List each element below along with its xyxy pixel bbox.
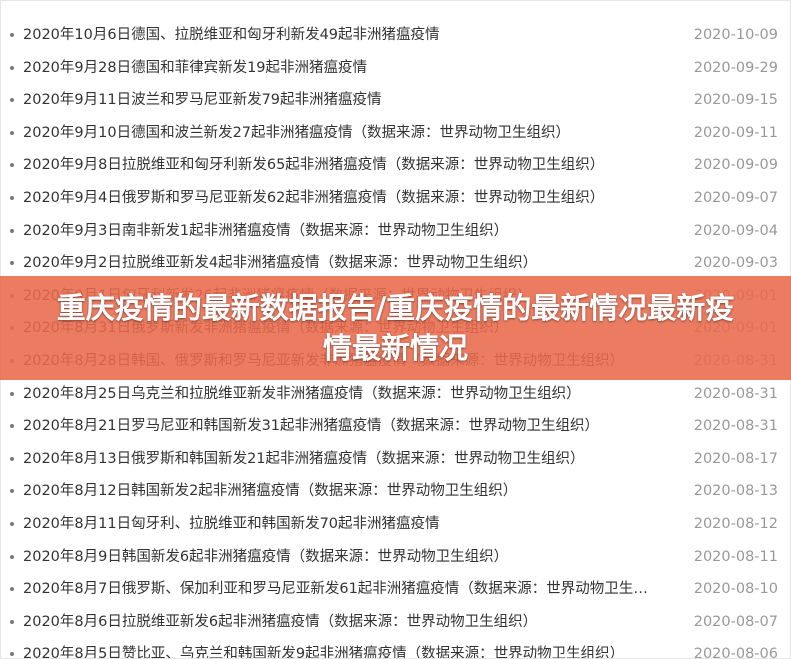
news-title-link[interactable]: 2020年9月11日波兰和罗马尼亚新发79起非洲猪瘟疫情 <box>23 84 653 117</box>
bullet-dot-icon <box>10 391 14 396</box>
news-title-link[interactable]: 2020年8月21日罗马尼亚和韩国新发31起非洲猪瘟疫情（数据来源：世界动物卫生… <box>23 410 653 443</box>
bullet-dot-icon <box>10 130 14 135</box>
news-title-link[interactable]: 2020年8月5日赞比亚、乌克兰和韩国新发9起非洲猪瘟疫情（数据来源：世界动物卫… <box>23 638 653 658</box>
news-title-link[interactable]: 2020年9月8日拉脱维亚和匈牙利新发65起非洲猪瘟疫情（数据来源：世界动物卫生… <box>23 149 653 182</box>
list-item[interactable]: 2020年9月4日俄罗斯和罗马尼亚新发62起非洲猪瘟疫情（数据来源：世界动物卫生… <box>1 182 790 215</box>
list-item[interactable]: 2020年8月9日韩国新发6起非洲猪瘟疫情（数据来源：世界动物卫生组织） 2020… <box>1 541 790 574</box>
news-title-link[interactable]: 2020年9月10日德国和波兰新发27起非洲猪瘟疫情（数据来源：世界动物卫生组织… <box>23 117 653 150</box>
article-title-banner: 重庆疫情的最新数据报告/重庆疫情的最新情况最新疫情最新情况 <box>0 276 791 380</box>
news-title-link[interactable]: 2020年8月6日拉脱维亚新发6起非洲猪瘟疫情（数据来源：世界动物卫生组织） <box>23 606 653 639</box>
news-title-link[interactable]: 2020年9月2日拉脱维亚新发4起非洲猪瘟疫情（数据来源：世界动物卫生组织） <box>23 247 653 280</box>
list-item[interactable]: 2020年9月8日拉脱维亚和匈牙利新发65起非洲猪瘟疫情（数据来源：世界动物卫生… <box>1 149 790 182</box>
list-item[interactable]: 2020年8月12日韩国新发2起非洲猪瘟疫情（数据来源：世界动物卫生组织） 202… <box>1 475 790 508</box>
news-title-link[interactable]: 2020年9月4日俄罗斯和罗马尼亚新发62起非洲猪瘟疫情（数据来源：世界动物卫生… <box>23 182 653 215</box>
news-date: 2020-10-09 <box>693 27 778 43</box>
news-title-link[interactable]: 2020年8月25日乌克兰和拉脱维亚新发非洲猪瘟疫情（数据来源：世界动物卫生组织… <box>23 378 653 411</box>
article-title: 重庆疫情的最新数据报告/重庆疫情的最新情况最新疫情最新情况 <box>56 291 735 365</box>
news-date: 2020-09-07 <box>693 189 778 206</box>
list-item[interactable]: 2020年8月7日俄罗斯、保加利亚和罗马尼亚新发61起非洲猪瘟疫情（数据来源：世… <box>1 573 790 606</box>
news-title-link[interactable]: 2020年8月9日韩国新发6起非洲猪瘟疫情（数据来源：世界动物卫生组织） <box>23 541 653 574</box>
news-date: 2020-08-31 <box>693 418 778 435</box>
news-date: 2020-09-04 <box>693 222 778 239</box>
bullet-dot-icon <box>10 489 14 494</box>
news-date: 2020-08-10 <box>693 581 778 598</box>
bullet-dot-icon <box>10 456 14 461</box>
news-date: 2020-08-17 <box>693 450 778 467</box>
bullet-dot-icon <box>10 65 14 70</box>
news-date: 2020-09-11 <box>693 124 778 141</box>
bullet-dot-icon <box>10 619 14 624</box>
bullet-dot-icon <box>10 587 14 592</box>
news-title-link[interactable]: 2020年8月13日俄罗斯和韩国新发21起非洲猪瘟疫情（数据来源：世界动物卫生组… <box>23 443 653 476</box>
news-title-link[interactable]: 2020年8月12日韩国新发2起非洲猪瘟疫情（数据来源：世界动物卫生组织） <box>23 475 653 508</box>
list-item[interactable]: 2020年9月10日德国和波兰新发27起非洲猪瘟疫情（数据来源：世界动物卫生组织… <box>1 117 790 150</box>
bullet-dot-icon <box>10 228 14 233</box>
news-date: 2020-08-11 <box>693 548 778 565</box>
news-date: 2020-08-06 <box>693 646 778 659</box>
bullet-dot-icon <box>10 554 14 559</box>
bullet-dot-icon <box>10 424 14 429</box>
news-title-link[interactable]: 2020年10月6日德国、拉脱维亚和匈牙利新发49起非洲猪瘟疫情 <box>23 19 653 52</box>
news-date: 2020-09-09 <box>693 157 778 174</box>
list-item[interactable]: 2020年8月11日匈牙利、拉脱维亚和韩国新发70起非洲猪瘟疫情 2020-08-… <box>1 508 790 541</box>
news-date: 2020-08-13 <box>693 483 778 500</box>
bullet-dot-icon <box>10 33 14 37</box>
news-title-link[interactable]: 2020年8月7日俄罗斯、保加利亚和罗马尼亚新发61起非洲猪瘟疫情（数据来源：世… <box>23 573 653 606</box>
bullet-dot-icon <box>10 195 14 200</box>
list-item[interactable]: 2020年9月2日拉脱维亚新发4起非洲猪瘟疫情（数据来源：世界动物卫生组织） 20… <box>1 247 790 280</box>
list-item[interactable]: 2020年8月25日乌克兰和拉脱维亚新发非洲猪瘟疫情（数据来源：世界动物卫生组织… <box>1 378 790 411</box>
news-date: 2020-09-29 <box>693 59 778 76</box>
bullet-dot-icon <box>10 98 14 103</box>
list-item[interactable]: 2020年9月28日德国和菲律宾新发19起非洲猪瘟疫情 2020-09-29 <box>1 52 790 85</box>
list-item[interactable]: 2020年8月5日赞比亚、乌克兰和韩国新发9起非洲猪瘟疫情（数据来源：世界动物卫… <box>1 638 790 659</box>
news-date: 2020-08-12 <box>693 515 778 532</box>
list-item[interactable]: 2020年9月11日波兰和罗马尼亚新发79起非洲猪瘟疫情 2020-09-15 <box>1 84 790 117</box>
news-date: 2020-08-31 <box>693 385 778 402</box>
list-item[interactable]: 2020年8月13日俄罗斯和韩国新发21起非洲猪瘟疫情（数据来源：世界动物卫生组… <box>1 443 790 476</box>
news-title-link[interactable]: 2020年8月11日匈牙利、拉脱维亚和韩国新发70起非洲猪瘟疫情 <box>23 508 653 541</box>
bullet-dot-icon <box>10 261 14 266</box>
bullet-dot-icon <box>10 163 14 168</box>
news-title-link[interactable]: 2020年9月3日南非新发1起非洲猪瘟疫情（数据来源：世界动物卫生组织） <box>23 215 653 248</box>
list-item[interactable]: 2020年9月3日南非新发1起非洲猪瘟疫情（数据来源：世界动物卫生组织） 2020… <box>1 215 790 248</box>
list-item[interactable]: 2020年10月6日德国、拉脱维亚和匈牙利新发49起非洲猪瘟疫情 2020-10-… <box>1 19 790 52</box>
bullet-dot-icon <box>10 521 14 526</box>
bullet-dot-icon <box>10 652 14 657</box>
news-date: 2020-08-07 <box>693 613 778 630</box>
list-item[interactable]: 2020年8月21日罗马尼亚和韩国新发31起非洲猪瘟疫情（数据来源：世界动物卫生… <box>1 410 790 443</box>
list-item[interactable]: 2020年8月6日拉脱维亚新发6起非洲猪瘟疫情（数据来源：世界动物卫生组织） 20… <box>1 606 790 639</box>
news-title-link[interactable]: 2020年9月28日德国和菲律宾新发19起非洲猪瘟疫情 <box>23 52 653 85</box>
news-date: 2020-09-03 <box>693 255 778 272</box>
news-date: 2020-09-15 <box>693 92 778 109</box>
